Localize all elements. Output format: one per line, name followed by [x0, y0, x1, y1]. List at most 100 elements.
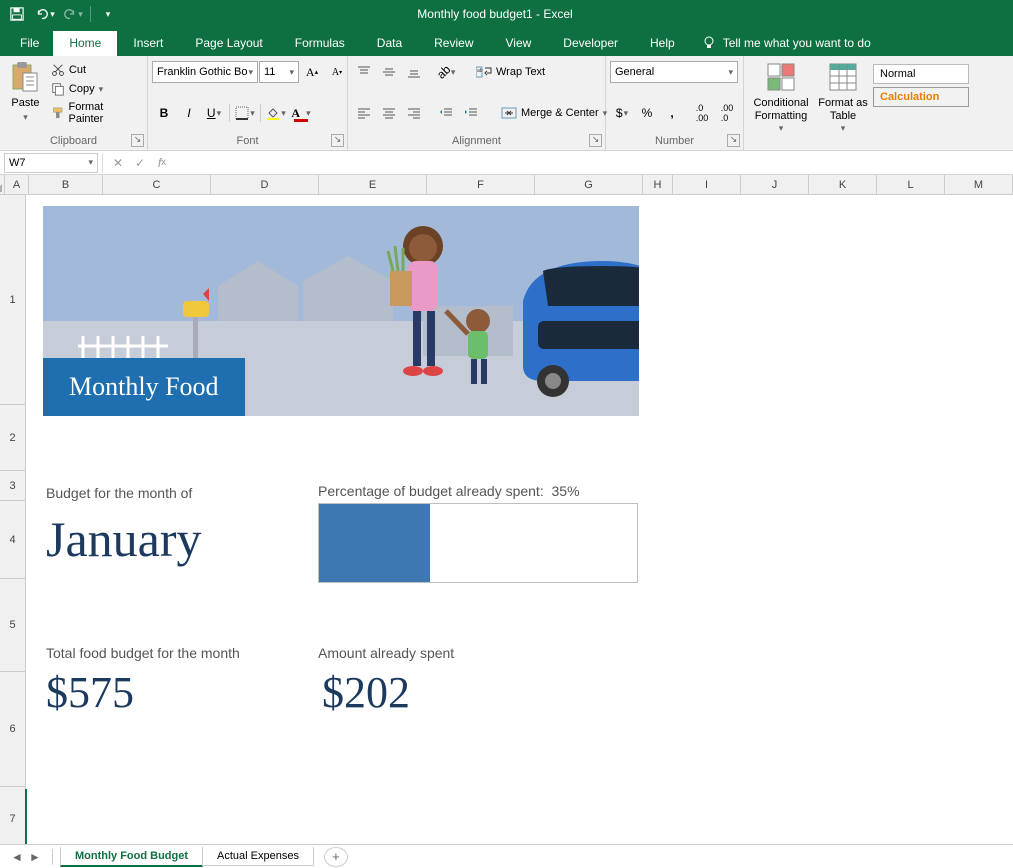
column-header-K[interactable]: K	[809, 175, 877, 194]
borders-button[interactable]: ▾	[233, 102, 257, 124]
tab-home[interactable]: Home	[53, 31, 117, 56]
align-right-button[interactable]	[402, 102, 426, 124]
redo-button[interactable]: ▾	[60, 2, 86, 26]
save-button[interactable]	[4, 2, 30, 26]
align-middle-button[interactable]	[377, 61, 401, 83]
row-header-4[interactable]: 4	[0, 501, 25, 579]
comma-format-button[interactable]: ,	[660, 102, 684, 124]
column-header-I[interactable]: I	[673, 175, 741, 194]
underline-button[interactable]: U▾	[202, 102, 226, 124]
paintbrush-icon	[51, 106, 65, 120]
align-center-button[interactable]	[377, 102, 401, 124]
fill-color-button[interactable]: ▾	[264, 102, 288, 124]
alignment-launcher[interactable]: ↘	[589, 134, 602, 147]
cells-area[interactable]: Monthly Food Budget for the month of Jan…	[26, 195, 1013, 844]
sheet-nav-next[interactable]: ►	[26, 848, 44, 866]
cut-button[interactable]: Cut	[47, 61, 143, 79]
column-header-C[interactable]: C	[103, 175, 211, 194]
column-header-J[interactable]: J	[741, 175, 809, 194]
font-size-dropdown[interactable]: 11▾	[259, 61, 299, 83]
clipboard-launcher[interactable]: ↘	[131, 134, 144, 147]
column-header-A[interactable]: A	[5, 175, 29, 194]
column-header-G[interactable]: G	[535, 175, 643, 194]
accounting-format-button[interactable]: $▾	[610, 102, 634, 124]
amount-spent-label: Amount already spent	[318, 645, 454, 661]
number-launcher[interactable]: ↘	[727, 134, 740, 147]
font-color-button[interactable]: A▾	[289, 102, 313, 124]
percentage-label: Percentage of budget already spent: 35%	[318, 483, 580, 499]
sheet-nav-prev[interactable]: ◄	[8, 848, 26, 866]
customize-qat[interactable]: ▾	[95, 2, 121, 26]
tab-file[interactable]: File	[6, 31, 53, 56]
format-painter-button[interactable]: Format Painter	[47, 99, 143, 127]
row-header-6[interactable]: 6	[0, 672, 25, 787]
copy-button[interactable]: Copy ▾	[47, 80, 143, 98]
paste-icon	[9, 61, 41, 93]
tab-page-layout[interactable]: Page Layout	[179, 31, 278, 56]
font-name-dropdown[interactable]: Franklin Gothic Bo▾	[152, 61, 258, 83]
row-header-3[interactable]: 3	[0, 471, 25, 501]
orientation-button[interactable]: ab▾	[434, 61, 458, 83]
column-header-H[interactable]: H	[643, 175, 673, 194]
font-launcher[interactable]: ↘	[331, 134, 344, 147]
wrap-text-button[interactable]: abWrap Text	[472, 63, 592, 81]
cancel-formula-button[interactable]: ✕	[107, 153, 129, 173]
sheet-tab-bar: ◄ ► Monthly Food Budget Actual Expenses …	[0, 844, 1013, 868]
month-value: January	[46, 510, 202, 568]
insert-function-button[interactable]: fx	[151, 153, 173, 173]
decrease-decimal-button[interactable]: .00.0	[715, 102, 739, 124]
bold-button[interactable]: B	[152, 102, 176, 124]
align-top-button[interactable]	[352, 61, 376, 83]
window-title: Monthly food budget1 - Excel	[121, 7, 869, 21]
cell-style-normal[interactable]: Normal	[873, 64, 969, 84]
column-header-E[interactable]: E	[319, 175, 427, 194]
tab-developer[interactable]: Developer	[547, 31, 634, 56]
number-format-dropdown[interactable]: General▾	[610, 61, 738, 83]
group-number: General▾ $▾ % , .0.00 .00.0 Number ↘	[606, 56, 744, 150]
tab-insert[interactable]: Insert	[117, 31, 179, 56]
row-header-1[interactable]: 1	[0, 195, 25, 405]
tab-review[interactable]: Review	[418, 31, 489, 56]
row-header-2[interactable]: 2	[0, 405, 25, 471]
undo-button[interactable]: ▾	[32, 2, 58, 26]
tab-view[interactable]: View	[490, 31, 548, 56]
tab-formulas[interactable]: Formulas	[279, 31, 361, 56]
percent-format-button[interactable]: %	[635, 102, 659, 124]
align-bottom-button[interactable]	[402, 61, 426, 83]
cell-style-calculation[interactable]: Calculation	[873, 87, 969, 107]
format-as-table-button[interactable]: Format as Table▾	[814, 59, 872, 136]
group-clipboard: Paste ▾ Cut Copy ▾ Format Painter Clipbo…	[0, 56, 148, 150]
merge-center-button[interactable]: Merge & Center ▾	[497, 104, 617, 122]
sheet-tab-actual-expenses[interactable]: Actual Expenses	[202, 847, 314, 866]
name-box[interactable]: W7▾	[4, 153, 98, 173]
select-all-button[interactable]	[0, 175, 5, 194]
paste-button[interactable]: Paste ▾	[4, 59, 47, 125]
row-header-5[interactable]: 5	[0, 579, 25, 672]
align-left-button[interactable]	[352, 102, 376, 124]
row-header-7[interactable]: 7	[0, 787, 25, 844]
conditional-formatting-button[interactable]: Conditional Formatting▾	[748, 59, 814, 136]
tab-help[interactable]: Help	[634, 31, 691, 56]
tab-data[interactable]: Data	[361, 31, 418, 56]
table-icon	[827, 61, 859, 93]
increase-indent-button[interactable]	[459, 102, 483, 124]
tell-me-search[interactable]: Tell me what you want to do	[691, 30, 881, 56]
lightbulb-icon	[701, 35, 717, 51]
column-header-F[interactable]: F	[427, 175, 535, 194]
scissors-icon	[51, 63, 65, 77]
banner-image: Monthly Food	[43, 206, 639, 416]
italic-button[interactable]: I	[177, 102, 201, 124]
decrease-indent-button[interactable]	[434, 102, 458, 124]
column-header-D[interactable]: D	[211, 175, 319, 194]
merge-icon	[501, 106, 517, 120]
column-header-B[interactable]: B	[29, 175, 103, 194]
budget-month-label: Budget for the month of	[46, 485, 192, 501]
formula-input[interactable]	[177, 153, 1013, 173]
wrap-icon: ab	[476, 65, 492, 79]
column-header-L[interactable]: L	[877, 175, 945, 194]
increase-decimal-button[interactable]: .0.00	[690, 102, 714, 124]
increase-font-button[interactable]: A▴	[300, 61, 324, 83]
column-header-M[interactable]: M	[945, 175, 1013, 194]
decrease-font-button[interactable]: A▾	[325, 61, 349, 83]
enter-formula-button[interactable]: ✓	[129, 153, 151, 173]
